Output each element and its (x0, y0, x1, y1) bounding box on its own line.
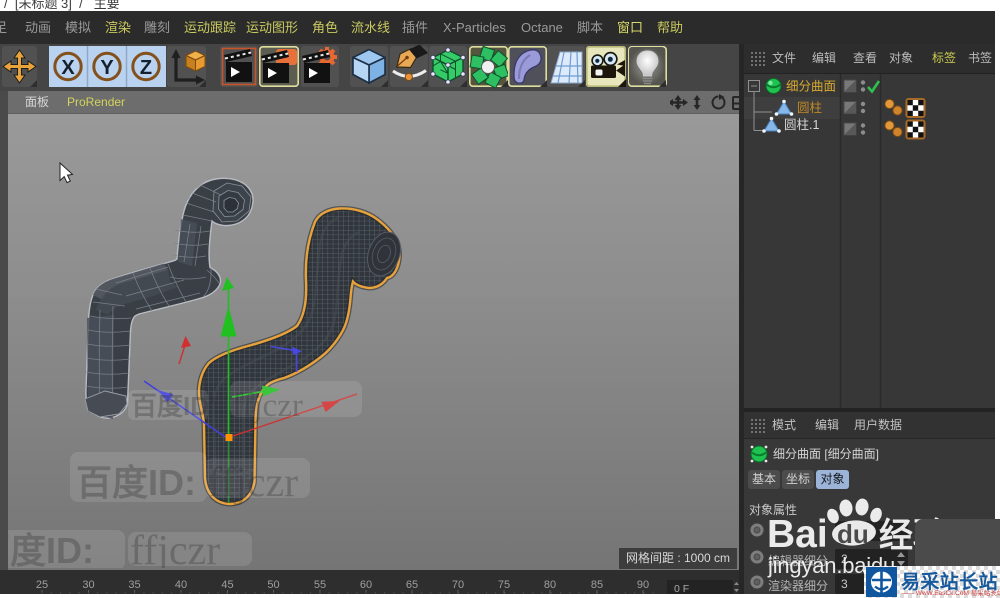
svg-text:Bai: Bai (767, 513, 828, 556)
svg-text:65: 65 (406, 579, 418, 591)
svg-text:75: 75 (498, 579, 510, 591)
svg-text:ffjczr: ffjczr (208, 460, 298, 506)
svg-text:百度ID': 百度ID' (131, 391, 215, 421)
svg-text:60: 60 (360, 579, 372, 591)
svg-text:70: 70 (452, 579, 464, 591)
svg-text:ffjczr: ffjczr (232, 388, 303, 424)
svg-text:25: 25 (36, 579, 48, 591)
svg-text:百度ID:: 百度ID: (8, 530, 94, 568)
svg-text:80: 80 (544, 579, 556, 591)
svg-text:45: 45 (221, 579, 233, 591)
svg-text:细分曲面: 细分曲面 (786, 80, 836, 94)
svg-text:0 F: 0 F (674, 583, 689, 594)
svg-text:Y: Y (100, 57, 114, 79)
svg-text:du: du (837, 519, 869, 549)
svg-text:35: 35 (128, 579, 140, 591)
svg-text:40: 40 (175, 579, 187, 591)
svg-text:90: 90 (637, 579, 649, 591)
svg-text:圆柱.1: 圆柱.1 (784, 117, 819, 132)
svg-text:55: 55 (314, 579, 326, 591)
svg-text:50: 50 (267, 579, 279, 591)
svg-text:30: 30 (82, 579, 94, 591)
svg-text:85: 85 (591, 579, 603, 591)
svg-text:X: X (61, 57, 75, 79)
svg-text:Z: Z (140, 57, 152, 79)
svg-text:圆柱: 圆柱 (797, 100, 822, 115)
svg-text:百度ID:: 百度ID: (76, 462, 196, 503)
svg-text:ffjczr: ffjczr (130, 528, 220, 568)
